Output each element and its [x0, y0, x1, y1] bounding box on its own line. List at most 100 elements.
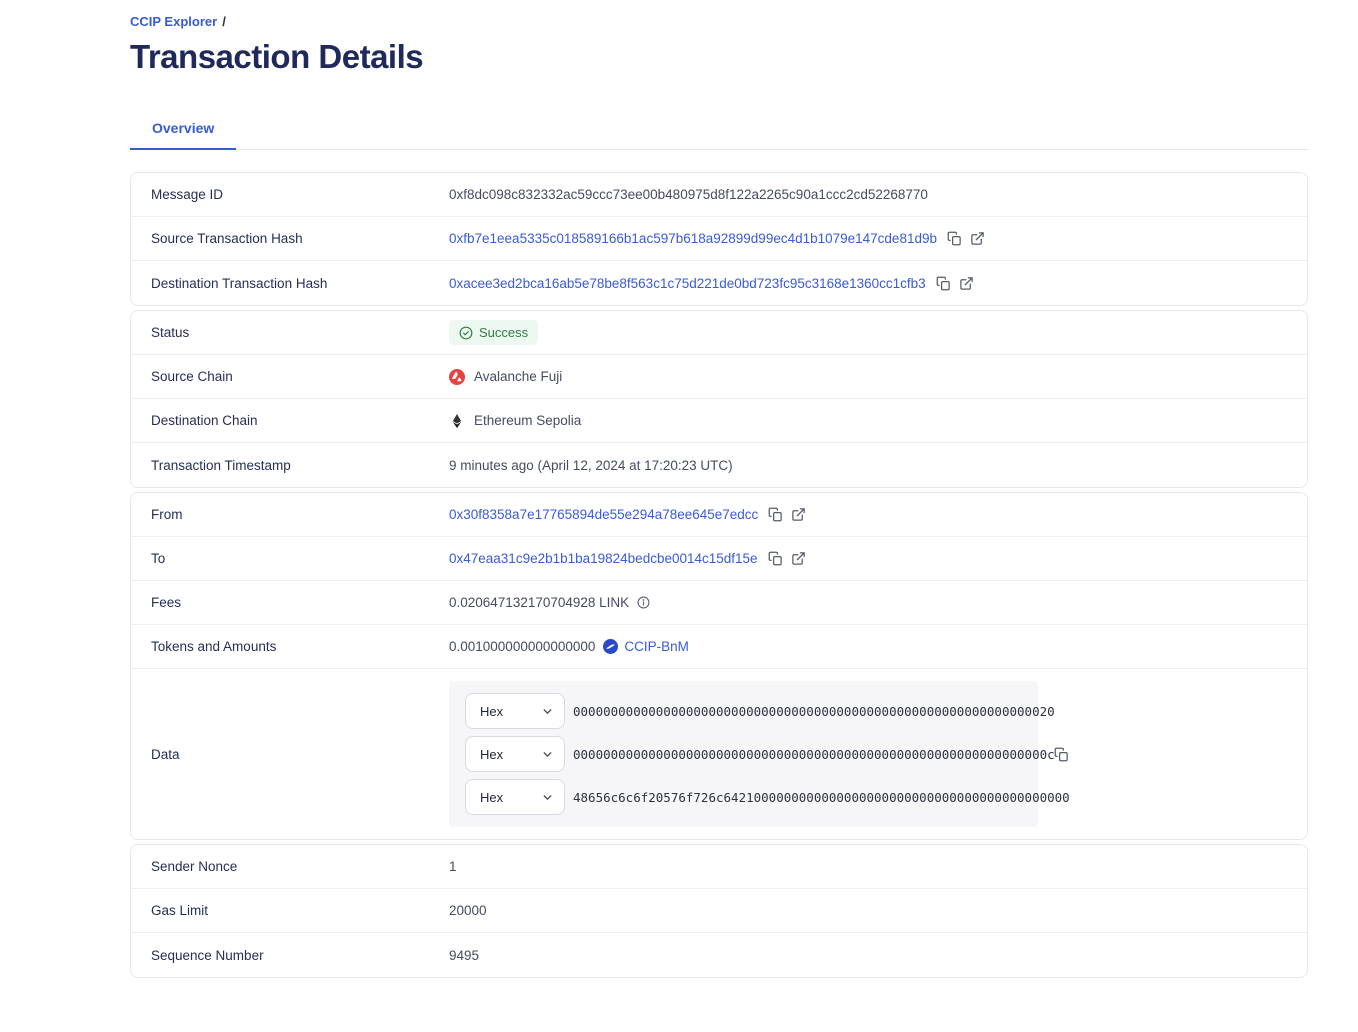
breadcrumb-separator: /	[222, 14, 226, 29]
row-timestamp: Transaction Timestamp 9 minutes ago (Apr…	[131, 443, 1307, 487]
row-label: Source Transaction Hash	[151, 231, 449, 246]
copy-icon	[936, 276, 951, 291]
row-fees: Fees 0.020647132170704928 LINK	[131, 581, 1307, 625]
row-source-chain: Source Chain Avalanche Fuji	[131, 355, 1307, 399]
data-hex-value: 48656c6c6f20576f726c64210000000000000000…	[573, 790, 1070, 805]
info-icon	[637, 596, 650, 609]
page-title: Transaction Details	[130, 38, 1308, 76]
row-label: Status	[151, 325, 449, 340]
source-tx-hash-link[interactable]: 0xfb7e1eea5335c018589166b1ac597b618a9289…	[449, 231, 937, 246]
row-source-tx-hash: Source Transaction Hash 0xfb7e1eea5335c0…	[131, 217, 1307, 261]
row-label: Destination Transaction Hash	[151, 276, 449, 291]
row-dest-tx-hash: Destination Transaction Hash 0xacee3ed2b…	[131, 261, 1307, 305]
data-format-label: Hex	[480, 790, 503, 805]
open-to-external-button[interactable]	[791, 551, 806, 566]
data-format-select[interactable]: Hex	[465, 736, 565, 772]
row-from: From 0x30f8358a7e17765894de55e294a78ee64…	[131, 493, 1307, 537]
data-format-label: Hex	[480, 747, 503, 762]
tab-bar: Overview	[130, 110, 1308, 150]
source-chain-name: Avalanche Fuji	[474, 369, 562, 384]
data-hex-value: 0000000000000000000000000000000000000000…	[573, 704, 1055, 719]
row-label: Tokens and Amounts	[151, 639, 449, 654]
external-link-icon	[791, 551, 806, 566]
row-label: Data	[151, 747, 449, 762]
message-id-value: 0xf8dc098c832332ac59ccc73ee00b480975d8f1…	[449, 187, 928, 202]
open-dest-tx-external-button[interactable]	[959, 276, 974, 291]
status-badge: Success	[449, 320, 538, 345]
row-tokens-amounts: Tokens and Amounts 0.001000000000000000 …	[131, 625, 1307, 669]
row-label: Transaction Timestamp	[151, 458, 449, 473]
chevron-down-icon	[541, 705, 554, 718]
row-message-id: Message ID 0xf8dc098c832332ac59ccc73ee00…	[131, 173, 1307, 217]
data-line: Hex 48656c6c6f20576f726c6421000000000000…	[465, 779, 1022, 815]
copy-to-button[interactable]	[768, 551, 783, 566]
row-label: Gas Limit	[151, 903, 449, 918]
ccip-bnm-token-icon	[603, 639, 618, 654]
gas-limit-value: 20000	[449, 903, 487, 918]
row-sequence-number: Sequence Number 9495	[131, 933, 1307, 977]
row-status: Status Success	[131, 311, 1307, 355]
row-label: Message ID	[151, 187, 449, 202]
chevron-down-icon	[541, 748, 554, 761]
card-transaction-ids: Message ID 0xf8dc098c832332ac59ccc73ee00…	[130, 172, 1308, 306]
data-line: Hex 000000000000000000000000000000000000…	[465, 693, 1022, 729]
chevron-down-icon	[541, 791, 554, 804]
token-badge: CCIP-BnM	[603, 639, 689, 654]
from-address-link[interactable]: 0x30f8358a7e17765894de55e294a78ee645e7ed…	[449, 507, 758, 522]
copy-source-tx-button[interactable]	[947, 231, 962, 246]
sequence-number-value: 9495	[449, 948, 479, 963]
data-format-label: Hex	[480, 704, 503, 719]
data-line: Hex 000000000000000000000000000000000000…	[465, 736, 1022, 772]
dest-chain-name: Ethereum Sepolia	[474, 413, 581, 428]
row-label: Destination Chain	[151, 413, 449, 428]
copy-icon	[947, 231, 962, 246]
row-label: To	[151, 551, 449, 566]
ethereum-sepolia-icon	[449, 413, 465, 429]
timestamp-value: 9 minutes ago (April 12, 2024 at 17:20:2…	[449, 458, 733, 473]
copy-icon	[768, 551, 783, 566]
fees-info-icon[interactable]	[637, 596, 650, 609]
to-address-link[interactable]: 0x47eaa31c9e2b1b1ba19824bedcbe0014c15df1…	[449, 551, 758, 566]
row-gas-limit: Gas Limit 20000	[131, 889, 1307, 933]
row-label: From	[151, 507, 449, 522]
source-chain: Avalanche Fuji	[449, 369, 562, 385]
data-format-select[interactable]: Hex	[465, 693, 565, 729]
data-hex-value: 0000000000000000000000000000000000000000…	[573, 747, 1055, 762]
open-from-external-button[interactable]	[791, 507, 806, 522]
row-sender-nonce: Sender Nonce 1	[131, 845, 1307, 889]
details-table: Message ID 0xf8dc098c832332ac59ccc73ee00…	[130, 172, 1308, 1008]
row-label: Sender Nonce	[151, 859, 449, 874]
external-link-icon	[791, 507, 806, 522]
dest-tx-hash-link[interactable]: 0xacee3ed2bca16ab5e78be8f563c1c75d221de0…	[449, 276, 926, 291]
status-text: Success	[479, 325, 528, 340]
row-data: Data Hex 0000000000000000000000000000000…	[131, 669, 1307, 839]
dest-chain: Ethereum Sepolia	[449, 413, 581, 429]
card-status-chains: Status Success Source Chain Avalanche Fu…	[130, 310, 1308, 488]
external-link-icon	[959, 276, 974, 291]
breadcrumb-link-ccip-explorer[interactable]: CCIP Explorer	[130, 14, 217, 29]
card-meta: Sender Nonce 1 Gas Limit 20000 Sequence …	[130, 844, 1308, 978]
copy-icon	[1054, 747, 1069, 762]
copy-icon	[768, 507, 783, 522]
copy-from-button[interactable]	[768, 507, 783, 522]
transaction-details-page: CCIP Explorer / Transaction Details Overv…	[130, 14, 1308, 1008]
row-label: Source Chain	[151, 369, 449, 384]
token-link[interactable]: CCIP-BnM	[624, 639, 689, 654]
row-label: Fees	[151, 595, 449, 610]
external-link-icon	[970, 231, 985, 246]
fees-value: 0.020647132170704928 LINK	[449, 595, 629, 610]
copy-dest-tx-button[interactable]	[936, 276, 951, 291]
data-format-select[interactable]: Hex	[465, 779, 565, 815]
row-label: Sequence Number	[151, 948, 449, 963]
row-to: To 0x47eaa31c9e2b1b1ba19824bedcbe0014c15…	[131, 537, 1307, 581]
open-source-tx-external-button[interactable]	[970, 231, 985, 246]
card-addresses-data: From 0x30f8358a7e17765894de55e294a78ee64…	[130, 492, 1308, 840]
copy-data-button[interactable]	[1054, 747, 1069, 762]
data-hex-box: Hex 000000000000000000000000000000000000…	[449, 681, 1038, 827]
avalanche-fuji-icon	[449, 369, 465, 385]
breadcrumb: CCIP Explorer /	[130, 14, 1308, 30]
row-dest-chain: Destination Chain Ethereum Sepolia	[131, 399, 1307, 443]
tab-overview[interactable]: Overview	[130, 110, 236, 150]
sender-nonce-value: 1	[449, 859, 457, 874]
token-amount: 0.001000000000000000	[449, 639, 595, 654]
